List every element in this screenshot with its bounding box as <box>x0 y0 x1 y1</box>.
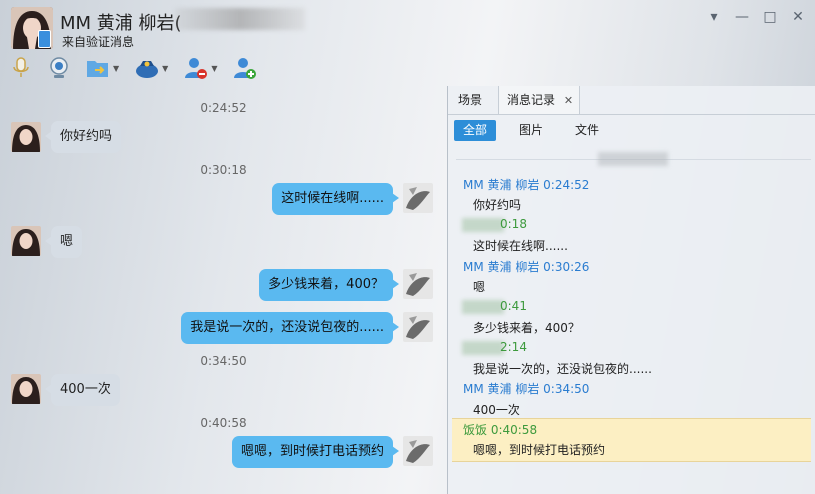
filter-images[interactable]: 图片 <box>510 120 552 141</box>
filter-all[interactable]: 全部 <box>454 120 497 141</box>
incoming-message: 400一次 <box>45 374 120 406</box>
chevron-down-icon[interactable]: ▼ <box>211 64 217 73</box>
incoming-message: 你好约吗 <box>44 121 122 153</box>
history-message[interactable]: 嗯嗯，到时候打电话预约 <box>473 441 605 458</box>
history-sender: MM 黄浦 柳岩 0:34:50 <box>463 382 590 396</box>
history-sender: MM 黄浦 柳岩 0:30:26 <box>463 260 590 274</box>
outgoing-message: 多少钱来着，400？ <box>259 269 399 301</box>
contact-avatar[interactable] <box>11 226 41 256</box>
message-timestamp: 0:24:52 <box>200 101 247 115</box>
remove-contact-icon <box>185 58 208 79</box>
message-timestamp: 0:30:18 <box>200 163 247 177</box>
redacted-date <box>598 152 668 166</box>
my-avatar[interactable] <box>403 269 433 299</box>
window-controls: ▾ — □ ✕ <box>705 8 807 26</box>
chat-window: MM 黄浦 柳岩( 来自验证消息 ▾ — □ ✕ ▼ ▼ ▼ 0:24:52 你… <box>0 0 815 494</box>
video-camera-icon <box>50 57 68 78</box>
redacted-sender <box>462 300 504 314</box>
remote-assist-button[interactable]: ▼ <box>135 57 168 79</box>
contact-subtitle: 来自验证消息 <box>62 35 135 49</box>
maximize-button[interactable]: □ <box>761 8 779 26</box>
contact-avatar[interactable] <box>11 122 41 152</box>
mobile-online-icon <box>38 30 51 48</box>
redacted-id <box>175 8 305 30</box>
send-file-button[interactable]: ▼ <box>86 57 119 79</box>
add-contact-button[interactable] <box>233 56 257 80</box>
outgoing-message: 嗯嗯，到时候打电话预约 <box>231 436 400 468</box>
history-message[interactable]: 这时候在线啊...... <box>473 237 568 254</box>
history-message[interactable]: 我是说一次的，还没说包夜的...... <box>473 360 652 377</box>
history-sender: 0:18 <box>500 217 527 231</box>
minimize-button[interactable]: — <box>733 8 751 26</box>
history-message[interactable]: 嗯 <box>473 278 485 295</box>
history-sender: 饭饭 0:40:58 <box>463 423 538 437</box>
microphone-icon <box>13 57 29 77</box>
panel-tabs: 场景 消息记录 ✕ <box>448 86 815 115</box>
remove-contact-button[interactable]: ▼ <box>184 56 217 80</box>
message-history-panel: 场景 消息记录 ✕ 全部 图片 文件 MM 黄浦 柳岩 0:24:52 你好约吗… <box>448 86 815 494</box>
send-file-icon <box>87 61 108 77</box>
history-sender: 0:41 <box>500 299 527 313</box>
outgoing-message: 我是说一次的，还没说包夜的...... <box>181 312 399 344</box>
toolbar: ▼ ▼ ▼ <box>0 52 257 84</box>
outgoing-message: 这时候在线啊...... <box>272 183 399 215</box>
my-avatar[interactable] <box>403 183 433 213</box>
add-contact-icon <box>234 58 257 79</box>
my-avatar[interactable] <box>403 436 433 466</box>
history-filters: 全部 图片 文件 <box>454 120 608 141</box>
close-icon[interactable]: ✕ <box>564 94 573 107</box>
contact-avatar[interactable] <box>11 374 41 404</box>
remote-assist-icon <box>136 61 159 78</box>
redacted-sender <box>462 218 504 232</box>
close-button[interactable]: ✕ <box>789 8 807 26</box>
tab-message-history[interactable]: 消息记录 ✕ <box>498 86 580 114</box>
incoming-message: 嗯 <box>44 226 83 258</box>
contact-name: MM 黄浦 柳岩( <box>60 13 182 34</box>
tab-scene[interactable]: 场景 <box>458 86 482 114</box>
redacted-sender <box>462 341 504 355</box>
tab-message-history-label: 消息记录 <box>507 93 556 107</box>
history-sender: 2:14 <box>500 340 527 354</box>
message-timestamp: 0:34:50 <box>200 354 247 368</box>
message-timestamp: 0:40:58 <box>200 416 247 430</box>
my-avatar[interactable] <box>403 312 433 342</box>
menu-dropdown-icon[interactable]: ▾ <box>705 8 723 26</box>
history-sender: MM 黄浦 柳岩 0:24:52 <box>463 178 590 192</box>
history-message[interactable]: 多少钱来着，400？ <box>473 319 580 336</box>
history-scrollbar[interactable] <box>811 114 815 494</box>
chevron-down-icon[interactable]: ▼ <box>113 64 119 73</box>
history-message[interactable]: 400一次 <box>473 401 520 418</box>
filter-files[interactable]: 文件 <box>566 120 608 141</box>
history-message[interactable]: 你好约吗 <box>473 196 521 213</box>
chat-message-area[interactable]: 0:24:52 你好约吗 0:30:18 这时候在线啊...... 嗯 多少钱来… <box>0 86 447 494</box>
voice-call-button[interactable] <box>10 56 32 80</box>
video-call-button[interactable] <box>48 56 70 80</box>
chevron-down-icon[interactable]: ▼ <box>162 64 168 73</box>
title-bar: MM 黄浦 柳岩( 来自验证消息 ▾ — □ ✕ <box>0 0 815 52</box>
